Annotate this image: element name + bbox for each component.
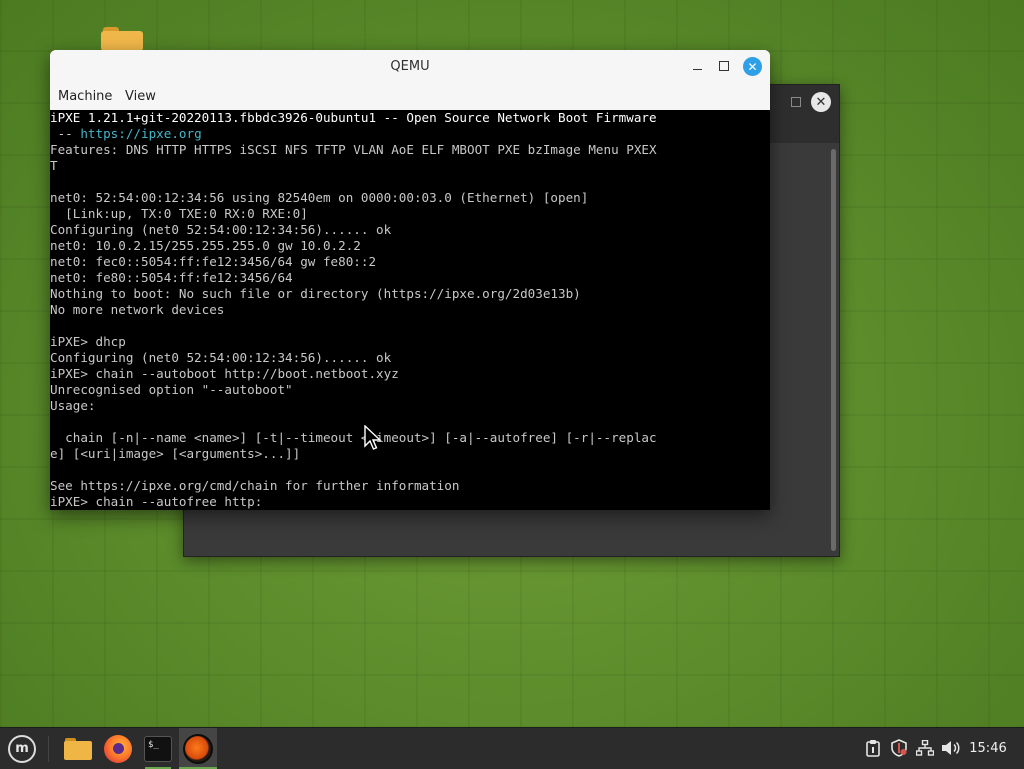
files-launcher-button[interactable] bbox=[60, 728, 96, 769]
mouse-cursor-icon bbox=[364, 425, 382, 450]
terminal-line: Unrecognised option "--autoboot" bbox=[50, 382, 293, 397]
terminal-line: chain [-n|--name <name>] [-t|--timeout <… bbox=[50, 430, 657, 445]
terminal-line: Usage: bbox=[50, 398, 96, 413]
folder-body bbox=[101, 31, 143, 51]
desktop-folder-icon[interactable] bbox=[101, 27, 143, 51]
vm-display[interactable]: iPXE 1.21.1+git-20220113.fbbdc3926-0ubun… bbox=[50, 110, 770, 510]
menu-view[interactable]: View bbox=[125, 83, 156, 110]
terminal-line: net0: 52:54:00:12:34:56 using 82540em on… bbox=[50, 190, 589, 205]
terminal-line: Configuring (net0 52:54:00:12:34:56)....… bbox=[50, 222, 392, 237]
network-icon[interactable] bbox=[915, 738, 935, 758]
close-icon[interactable]: ✕ bbox=[743, 57, 762, 76]
volume-icon[interactable] bbox=[940, 738, 962, 758]
menu-icon: m bbox=[8, 734, 36, 763]
qemu-window[interactable]: QEMU ✕ Machine View iPXE 1.21.1+git-2022… bbox=[50, 50, 770, 510]
terminal-line: [Link:up, TX:0 TXE:0 RX:0 RXE:0] bbox=[50, 206, 308, 221]
terminal-line: T bbox=[50, 158, 58, 173]
terminal-line: e] [<uri|image> [<arguments>...]] bbox=[50, 446, 301, 461]
taskbar-separator bbox=[48, 736, 49, 762]
background-scrollbar[interactable] bbox=[831, 149, 836, 551]
terminal-line: Nothing to boot: No such file or directo… bbox=[50, 286, 581, 301]
background-close-icon[interactable]: ✕ bbox=[811, 92, 831, 112]
folder-icon bbox=[64, 737, 92, 760]
start-menu-button[interactable]: m bbox=[6, 728, 38, 769]
terminal-line: Configuring (net0 52:54:00:12:34:56)....… bbox=[50, 350, 392, 365]
terminal-icon: $_ bbox=[144, 735, 172, 762]
terminal-line: net0: fec0::5054:ff:fe12:3456/64 gw fe80… bbox=[50, 254, 377, 269]
terminal-line: -- https://ipxe.org bbox=[50, 126, 202, 141]
terminal-line: iPXE> chain --autofree http: bbox=[50, 494, 263, 509]
qemu-taskbar-button[interactable] bbox=[179, 728, 217, 769]
terminal-line: net0: fe80::5054:ff:fe12:3456/64 bbox=[50, 270, 293, 285]
menu-bar: Machine View bbox=[50, 83, 770, 111]
terminal-line: iPXE> dhcp bbox=[50, 334, 126, 349]
maximize-icon[interactable] bbox=[719, 61, 729, 71]
terminal-line: iPXE 1.21.1+git-20220113.fbbdc3926-0ubun… bbox=[50, 110, 657, 125]
terminal-line: See https://ipxe.org/cmd/chain for furth… bbox=[50, 478, 460, 493]
menu-machine[interactable]: Machine bbox=[58, 83, 112, 110]
terminal-line: iPXE> chain --autoboot http://boot.netbo… bbox=[50, 366, 399, 381]
firefox-launcher-button[interactable] bbox=[100, 728, 136, 769]
terminal-line: Features: DNS HTTP HTTPS iSCSI NFS TFTP … bbox=[50, 142, 657, 157]
terminal-line: No more network devices bbox=[50, 302, 225, 317]
firefox-icon bbox=[104, 734, 132, 763]
terminal-link: https://ipxe.org bbox=[80, 126, 202, 141]
window-titlebar[interactable]: QEMU ✕ bbox=[50, 50, 770, 83]
window-title: QEMU bbox=[390, 59, 430, 74]
minimize-icon[interactable] bbox=[690, 58, 704, 74]
clock[interactable]: 15:46 bbox=[968, 728, 1008, 769]
background-maximize-icon[interactable] bbox=[791, 97, 801, 107]
terminal-line: net0: 10.0.2.15/255.255.255.0 gw 10.0.2.… bbox=[50, 238, 361, 253]
clipboard-icon[interactable] bbox=[864, 738, 882, 758]
qemu-icon bbox=[183, 733, 213, 764]
taskbar: m $_ 15:46 bbox=[0, 727, 1024, 769]
terminal-launcher-button[interactable]: $_ bbox=[140, 728, 176, 769]
shield-update-icon[interactable] bbox=[889, 738, 909, 758]
